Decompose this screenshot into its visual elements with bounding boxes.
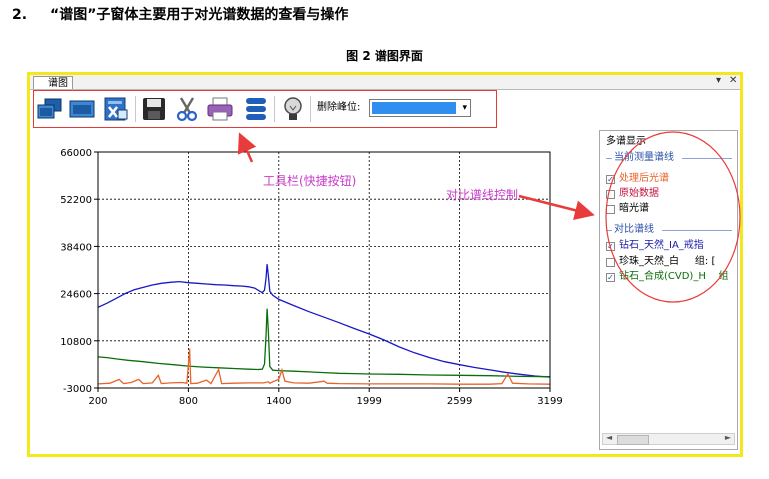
close-icon[interactable]: ✕ [729, 75, 737, 87]
x-tick-labels: 200 800 1400 1999 2599 3199 [88, 396, 562, 407]
scroll-thumb[interactable] [617, 435, 649, 445]
compare-item-label: 珍珠_天然_白 组: [ [619, 256, 716, 267]
pin-dropdown-icon[interactable]: ▾ [716, 75, 721, 87]
checkbox[interactable] [606, 257, 615, 267]
y-tick-label: 52200 [60, 195, 92, 206]
compare-item-label: 钻石_天然_IA_戒指 [619, 240, 704, 251]
group-divider [606, 230, 612, 231]
maximize-window-icon [69, 100, 95, 118]
y-tick-label: 66000 [60, 148, 92, 159]
compare-item-diamond-natural[interactable]: ✓ 钻石_天然_IA_戒指 [606, 240, 704, 252]
current-item-processed[interactable]: ✓ 处理后光谱 [606, 173, 669, 185]
checkbox[interactable] [606, 204, 615, 214]
print-button[interactable] [207, 96, 233, 122]
excel-export-icon [104, 97, 128, 121]
restore-window-icon [37, 98, 62, 119]
save-button[interactable] [141, 96, 167, 122]
cut-button[interactable] [174, 96, 200, 122]
cut-icon [176, 97, 198, 122]
section-heading-text: “谱图”子窗体主要用于对光谱数据的查看与操作 [50, 7, 349, 23]
panel-title: 多谱显示 [606, 136, 646, 147]
peak-remove-color-swatch [372, 102, 456, 114]
x-tick-label: 1999 [356, 396, 381, 407]
current-item-raw[interactable]: 原始数据 [606, 188, 659, 200]
maximize-window-button[interactable] [69, 96, 95, 122]
chevron-down-icon: ▾ [462, 103, 467, 113]
lightbulb-icon [284, 97, 302, 120]
x-tick-label: 2599 [447, 396, 472, 407]
layers-button[interactable] [243, 96, 269, 122]
compare-group-title: 对比谱线 [614, 224, 654, 235]
peak-remove-select[interactable]: ▾ [369, 99, 471, 117]
series-line-green [97, 308, 551, 378]
tab-bar [30, 75, 740, 90]
chart-series [97, 264, 551, 385]
panel-horizontal-scrollbar[interactable]: ◄ ► [602, 433, 735, 445]
toolbar-separator [310, 96, 311, 122]
x-tick-label: 3199 [537, 396, 562, 407]
tab-spectrum-label: 谱图 [48, 78, 68, 89]
x-tick-label: 1400 [266, 396, 291, 407]
peak-remove-label: 删除峰位: [317, 102, 361, 113]
print-icon [207, 97, 233, 121]
save-icon [143, 98, 165, 120]
layers-icon [246, 98, 266, 120]
compare-item-label: 钻石_合成(CVD)_H 组 [619, 271, 729, 282]
current-item-label: 处理后光谱 [619, 173, 669, 184]
compare-item-diamond-cvd[interactable]: ✓ 钻石_合成(CVD)_H 组 [606, 271, 729, 283]
restore-window-button[interactable] [37, 96, 63, 122]
current-item-label: 原始数据 [619, 188, 659, 199]
annotation-compare-note: 对比谱线控制 [446, 188, 519, 202]
y-tick-label: 10800 [60, 337, 92, 348]
section-number: 2. [12, 7, 28, 23]
y-tick-label: -3000 [63, 384, 92, 395]
group-divider [606, 158, 612, 159]
checkbox[interactable] [606, 189, 615, 199]
toolbar-separator [274, 96, 275, 122]
series-line-orange [97, 348, 551, 385]
y-tick-labels: 66000 52200 38400 24600 10800 -3000 [60, 148, 92, 395]
compare-item-pearl[interactable]: 珍珠_天然_白 组: [ [606, 256, 715, 268]
checkbox[interactable]: ✓ [606, 272, 615, 282]
figure-caption: 图 2 谱图界面 [346, 49, 423, 63]
group-divider [682, 158, 732, 159]
annotation-toolbar-note: 工具栏(快捷按钮) [263, 174, 357, 188]
y-tick-label: 24600 [60, 290, 92, 301]
x-tick-label: 800 [179, 396, 198, 407]
current-group-title: 当前测量谱线 [614, 152, 674, 163]
scroll-right-icon[interactable]: ► [725, 433, 731, 442]
excel-export-button[interactable] [103, 96, 129, 122]
y-tick-label: 38400 [60, 242, 92, 253]
checkbox[interactable]: ✓ [606, 174, 615, 184]
tab-spectrum[interactable]: 谱图 [33, 76, 73, 89]
group-divider [662, 230, 732, 231]
section-heading: 2. “谱图”子窗体主要用于对光谱数据的查看与操作 [12, 4, 348, 24]
lightbulb-button[interactable] [280, 96, 306, 122]
scroll-left-icon[interactable]: ◄ [606, 433, 612, 442]
checkbox[interactable]: ✓ [606, 241, 615, 251]
x-tick-label: 200 [88, 396, 107, 407]
toolbar-separator [135, 96, 136, 122]
current-item-dark[interactable]: 暗光谱 [606, 203, 649, 215]
series-line-blue [97, 264, 551, 378]
current-item-label: 暗光谱 [619, 203, 649, 214]
